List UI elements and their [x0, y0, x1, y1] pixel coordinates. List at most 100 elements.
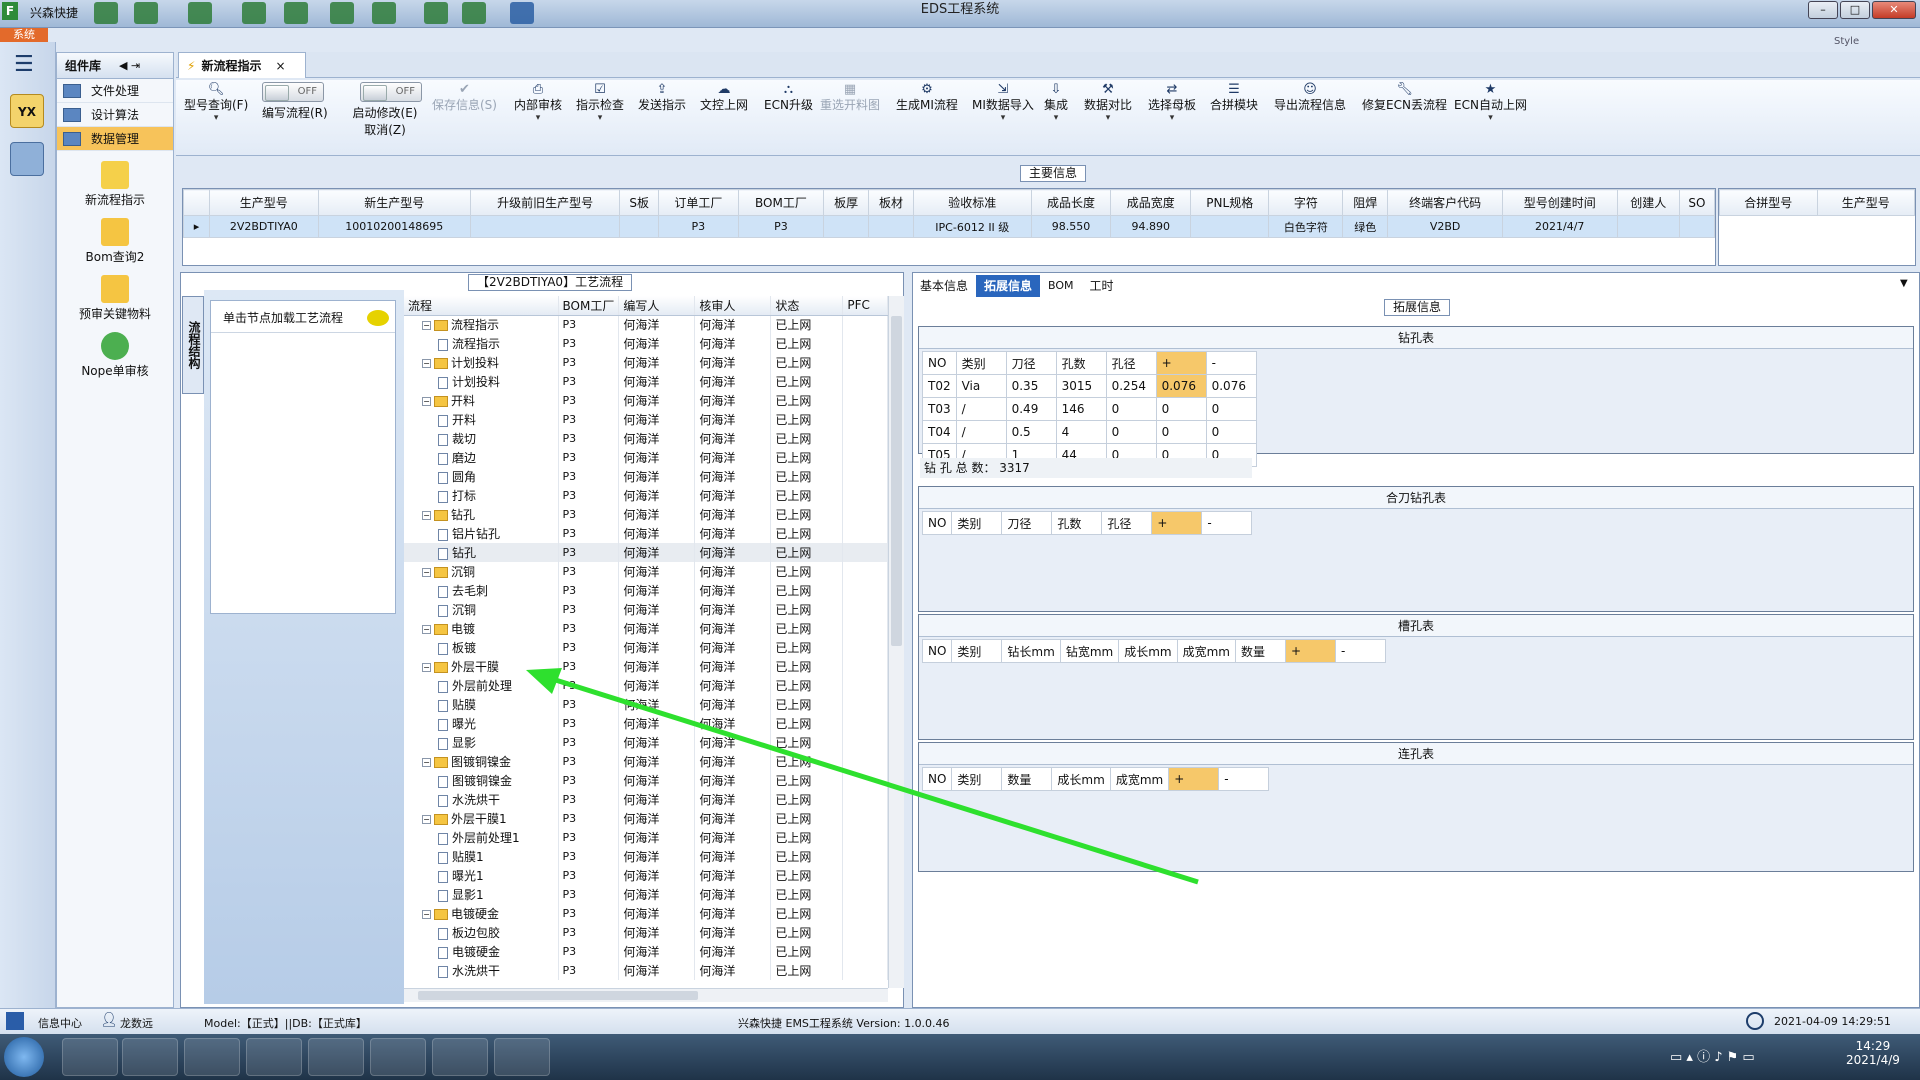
- tree-row[interactable]: − 外层干膜1 P3 何海洋 何海洋 已上网: [404, 809, 888, 828]
- tree-node[interactable]: − 电镀: [404, 619, 559, 638]
- column-header[interactable]: 核审人: [694, 296, 772, 316]
- table-cell[interactable]: 0.076: [1155, 374, 1207, 398]
- tree-row[interactable]: 板镀 P3 何海洋 何海洋 已上网: [404, 638, 888, 657]
- column-header[interactable]: 类别: [951, 767, 1003, 791]
- column-header[interactable]: +: [1151, 511, 1203, 535]
- collapse-icon[interactable]: ◀ ⇥: [119, 59, 140, 72]
- column-header[interactable]: +: [1168, 767, 1220, 791]
- tray-icons[interactable]: ▭ ▴ ⓘ ♪ ⚑ ▭: [1670, 1046, 1755, 1065]
- table-cell[interactable]: 2021/4/7: [1501, 215, 1618, 238]
- tree-row[interactable]: 显影 P3 何海洋 何海洋 已上网: [404, 733, 888, 752]
- tree-row[interactable]: 贴膜1 P3 何海洋 何海洋 已上网: [404, 847, 888, 866]
- column-header[interactable]: 钻宽mm: [1059, 639, 1120, 663]
- column-header[interactable]: 成宽mm: [1176, 639, 1236, 663]
- table-cell[interactable]: 绿色: [1342, 215, 1389, 238]
- column-header[interactable]: NO: [921, 767, 953, 791]
- tree-row[interactable]: 钻孔 P3 何海洋 何海洋 已上网: [404, 543, 888, 562]
- tree-row[interactable]: − 流程指示 P3 何海洋 何海洋 已上网: [404, 315, 888, 334]
- big-item-key-material[interactable]: 预审关键物料: [57, 275, 173, 322]
- info-center-label[interactable]: 信息中心: [38, 1015, 82, 1031]
- table-cell[interactable]: 146: [1055, 397, 1107, 421]
- big-item-new-flow[interactable]: 新流程指示: [57, 161, 173, 208]
- scroll-thumb[interactable]: [418, 991, 698, 1000]
- column-header[interactable]: 创建人: [1616, 189, 1680, 216]
- tree-node[interactable]: 开料: [404, 410, 559, 429]
- toggle-switch[interactable]: OFF: [360, 82, 422, 102]
- start-modify-toggle[interactable]: OFF 启动修改(E) 取消(Z): [348, 82, 422, 138]
- column-header[interactable]: PNL规格: [1190, 189, 1270, 216]
- tree-node[interactable]: − 图镀铜镍金: [404, 752, 559, 771]
- tree-row[interactable]: 铝片钻孔 P3 何海洋 何海洋 已上网: [404, 524, 888, 543]
- table-cell[interactable]: T03: [922, 397, 957, 421]
- tree-row[interactable]: 打标 P3 何海洋 何海洋 已上网: [404, 486, 888, 505]
- doc-control-online-button[interactable]: ☁ 文控上网: [700, 82, 748, 113]
- generate-mi-button[interactable]: ⚙ 生成MI流程: [896, 82, 958, 113]
- tree-row[interactable]: 水洗烘干 P3 何海洋 何海洋 已上网: [404, 790, 888, 809]
- collapse-icon[interactable]: −: [422, 663, 431, 672]
- tree-row[interactable]: − 开料 P3 何海洋 何海洋 已上网: [404, 391, 888, 410]
- column-header[interactable]: 型号创建时间: [1501, 189, 1618, 216]
- system-badge[interactable]: 系统: [0, 28, 48, 42]
- tree-node[interactable]: 水洗烘干: [404, 961, 559, 980]
- tree-node[interactable]: − 电镀硬金: [404, 904, 559, 923]
- tree-row[interactable]: − 钻孔 P3 何海洋 何海洋 已上网: [404, 505, 888, 524]
- tree-row[interactable]: 水洗烘干 P3 何海洋 何海洋 已上网: [404, 961, 888, 980]
- select-master-button[interactable]: ⇄ 选择母板 ▾: [1148, 82, 1196, 123]
- ecn-auto-online-button[interactable]: ★ ECN自动上网 ▾: [1454, 82, 1527, 123]
- tree-row[interactable]: 曝光 P3 何海洋 何海洋 已上网: [404, 714, 888, 733]
- tree-row[interactable]: 磨边 P3 何海洋 何海洋 已上网: [404, 448, 888, 467]
- table-cell[interactable]: 0.35: [1005, 374, 1057, 398]
- tree-row[interactable]: 显影1 P3 何海洋 何海洋 已上网: [404, 885, 888, 904]
- table-cell[interactable]: 0: [1105, 397, 1157, 421]
- table-cell[interactable]: 0: [1205, 420, 1257, 444]
- tree-node[interactable]: − 开料: [404, 391, 559, 410]
- column-header[interactable]: 类别: [951, 639, 1003, 663]
- tree-node[interactable]: 显影: [404, 733, 559, 752]
- tree-row[interactable]: 圆角 P3 何海洋 何海洋 已上网: [404, 467, 888, 486]
- column-header[interactable]: 成品宽度: [1110, 189, 1192, 216]
- table-cell[interactable]: 0: [1155, 420, 1207, 444]
- table-cell[interactable]: T02: [922, 374, 957, 398]
- big-item-bom-query[interactable]: Bom查询2: [57, 218, 173, 265]
- chart-icon[interactable]: [462, 2, 486, 24]
- taskbar-app-acrobat-icon[interactable]: [184, 1038, 240, 1076]
- cut-icon[interactable]: [242, 2, 266, 24]
- table-cell[interactable]: 0.5: [1005, 420, 1057, 444]
- calculator-icon[interactable]: [10, 142, 44, 176]
- tab-work-hours[interactable]: 工时: [1082, 275, 1122, 297]
- internal-review-button[interactable]: ⎙ 内部审核 ▾: [514, 82, 562, 123]
- check-instruction-button[interactable]: ☑ 指示检查 ▾: [576, 82, 624, 123]
- tree-node[interactable]: − 计划投料: [404, 353, 559, 372]
- column-header[interactable]: -: [1201, 511, 1253, 535]
- column-header[interactable]: 订单工厂: [657, 189, 739, 216]
- table-cell[interactable]: 4: [1055, 420, 1107, 444]
- tree-row[interactable]: 图镀铜镍金 P3 何海洋 何海洋 已上网: [404, 771, 888, 790]
- column-header[interactable]: 流程: [404, 296, 559, 316]
- tree-row[interactable]: 沉铜 P3 何海洋 何海洋 已上网: [404, 600, 888, 619]
- table-cell[interactable]: [1678, 215, 1716, 238]
- horizontal-scrollbar[interactable]: [404, 988, 888, 1002]
- tree-row[interactable]: − 沉铜 P3 何海洋 何海洋 已上网: [404, 562, 888, 581]
- nav-item-algorithm[interactable]: 设计算法: [57, 103, 173, 127]
- tree-node[interactable]: 曝光1: [404, 866, 559, 885]
- flow-structure-tab[interactable]: 流程结构: [182, 296, 204, 394]
- tree-row[interactable]: − 计划投料 P3 何海洋 何海洋 已上网: [404, 353, 888, 372]
- nav-item-data[interactable]: 数据管理: [57, 127, 173, 151]
- column-header[interactable]: 孔径: [1105, 351, 1157, 375]
- big-item-nope-review[interactable]: Nope单审核: [57, 332, 173, 379]
- fix-ecn-button[interactable]: 🔧︎ 修复ECN丢流程: [1362, 82, 1447, 113]
- column-header[interactable]: 成宽mm: [1109, 767, 1170, 791]
- film-icon[interactable]: [284, 2, 308, 24]
- tree-node[interactable]: 裁切: [404, 429, 559, 448]
- tree-node[interactable]: − 外层干膜: [404, 657, 559, 676]
- table-cell[interactable]: [1190, 215, 1270, 238]
- column-header[interactable]: 类别: [951, 511, 1003, 535]
- table-cell[interactable]: 2V2BDTIYA0: [209, 215, 319, 238]
- monitor-icon[interactable]: [510, 2, 534, 24]
- table-cell[interactable]: /: [955, 420, 1007, 444]
- column-header[interactable]: 生产型号: [209, 189, 319, 216]
- integrate-button[interactable]: ⇩ 集成 ▾: [1044, 82, 1068, 123]
- column-header[interactable]: 刀径: [1005, 351, 1057, 375]
- tree-row[interactable]: 裁切 P3 何海洋 何海洋 已上网: [404, 429, 888, 448]
- taskbar-app-save-icon[interactable]: [246, 1038, 302, 1076]
